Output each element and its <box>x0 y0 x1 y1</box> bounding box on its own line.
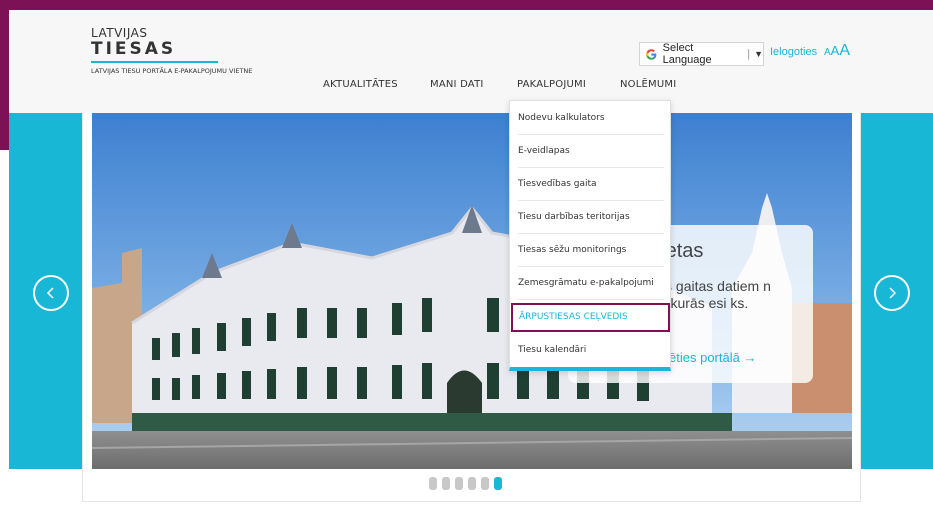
carousel-dot-4[interactable] <box>468 477 476 490</box>
font-size-controls: AAA <box>824 42 850 60</box>
logo-line2: TIESAS <box>91 39 177 59</box>
login-link[interactable]: Ielogoties <box>770 46 817 58</box>
logo-underline <box>91 61 218 63</box>
nav-nolemumi[interactable]: NOLĒMUMI <box>620 79 676 90</box>
nav-mani-dati[interactable]: MANI DATI <box>430 79 484 90</box>
menu-item-tiesvedibas-gaita[interactable]: Tiesvedības gaita <box>518 168 664 201</box>
nav-pakalpojumi[interactable]: PAKALPOJUMI <box>517 79 586 90</box>
menu-item-arpustiesas-celvedis[interactable]: ĀRPUSTIESAS CEĻVEDIS <box>511 303 670 332</box>
pakalpojumi-dropdown-menu: Nodevu kalkulators E-veidlapas Tiesvedīb… <box>509 100 671 371</box>
slider-prev-button[interactable] <box>33 275 69 311</box>
language-selector[interactable]: Select Language | ▼ <box>639 42 764 66</box>
left-brand-bar <box>0 0 9 150</box>
top-brand-bar <box>0 0 933 10</box>
menu-item-tiesu-darbibas-teritorijas[interactable]: Tiesu darbības teritorijas <box>518 201 664 234</box>
font-size-large[interactable]: A <box>839 42 850 59</box>
menu-item-tiesas-sezu-monitorings[interactable]: Tiesas sēžu monitorings <box>518 234 664 267</box>
carousel-dot-2[interactable] <box>442 477 450 490</box>
logo-subtitle: LATVIJAS TIESU PORTĀLA E-PAKALPOJUMU VIE… <box>91 67 253 75</box>
nav-aktualitates[interactable]: AKTUALITĀTES <box>323 79 398 90</box>
language-label: Select Language <box>662 42 712 66</box>
font-size-small[interactable]: A <box>824 47 831 58</box>
carousel-dot-3[interactable] <box>455 477 463 490</box>
carousel-dot-6[interactable] <box>494 477 502 490</box>
menu-item-tiesu-kalendari[interactable]: Tiesu kalendāri <box>518 334 664 367</box>
google-icon <box>646 48 657 60</box>
chevron-right-icon <box>889 287 897 299</box>
dropdown-arrow-icon: ▼ <box>754 49 763 59</box>
language-separator: | <box>747 48 751 60</box>
carousel-dot-5[interactable] <box>481 477 489 490</box>
menu-item-e-veidlapas[interactable]: E-veidlapas <box>518 135 664 168</box>
site-logo[interactable]: LATVIJAS TIESAS LATVIJAS TIESU PORTĀLA E… <box>91 27 252 75</box>
menu-item-zemesgramatu-e-pakalpojumi[interactable]: Zemesgrāmatu e-pakalpojumi <box>518 267 664 300</box>
carousel-dots <box>429 477 502 490</box>
carousel-dot-1[interactable] <box>429 477 437 490</box>
slider-next-button[interactable] <box>874 275 910 311</box>
menu-item-nodevu-kalkulators[interactable]: Nodevu kalkulators <box>518 102 664 135</box>
chevron-left-icon <box>46 287 54 299</box>
